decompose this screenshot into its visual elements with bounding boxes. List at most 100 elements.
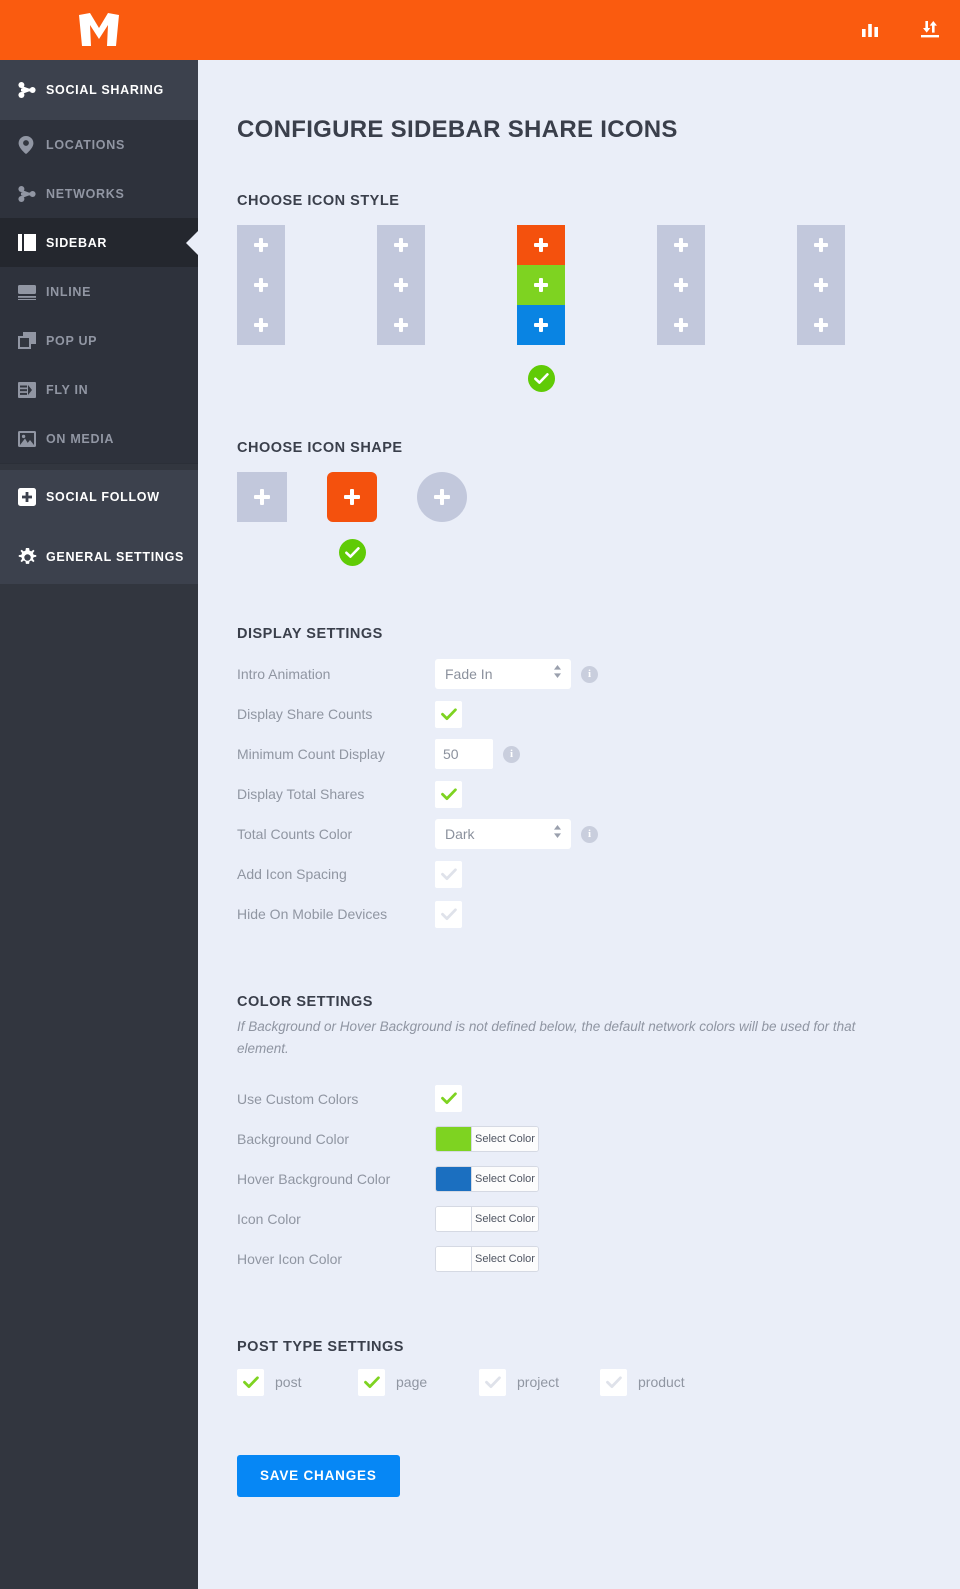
icon-style-option-2[interactable] <box>377 225 425 392</box>
analytics-icon[interactable] <box>854 14 886 46</box>
post-type-page[interactable]: page <box>358 1368 479 1396</box>
sidebar-header-label: SOCIAL SHARING <box>46 83 164 97</box>
post-type-label: page <box>396 1374 428 1391</box>
post-type-project[interactable]: project <box>479 1368 600 1396</box>
setting-label: Use Custom Colors <box>237 1090 359 1107</box>
setting-row-display-share-counts: Display Share Counts <box>237 694 960 734</box>
info-icon[interactable]: i <box>581 825 598 843</box>
select-color-button[interactable]: Select Color <box>471 1166 538 1191</box>
style-cell <box>657 225 705 265</box>
color-swatch <box>436 1126 471 1151</box>
sidebar-item-networks[interactable]: NETWORKS <box>0 169 198 218</box>
setting-label: Minimum Count Display <box>237 746 385 762</box>
sidebar-item-label: LOCATIONS <box>46 137 125 152</box>
icon-style-preview <box>517 225 565 345</box>
section-display-settings: DISPLAY SETTINGS Intro Animation Fade In <box>237 626 960 934</box>
icon-shape-option-square[interactable] <box>237 472 287 566</box>
plus-icon <box>254 278 268 292</box>
m-logo-icon <box>79 13 119 46</box>
icon-color-picker[interactable]: Select Color <box>435 1205 539 1232</box>
sidebar-item-popup[interactable]: POP UP <box>0 316 198 365</box>
setting-label: Background Color <box>237 1130 350 1147</box>
style-cell <box>237 305 285 345</box>
icon-style-option-3[interactable] <box>517 225 565 392</box>
sidebar-item-label: INLINE <box>46 284 92 299</box>
sidebar-item-label: GENERAL SETTINGS <box>46 550 185 564</box>
setting-row-hide-on-mobile: Hide On Mobile Devices <box>237 894 960 934</box>
sidebar-item-on-media[interactable]: ON MEDIA <box>0 414 198 463</box>
post-type-checkbox[interactable] <box>237 1368 264 1396</box>
style-cell <box>797 305 845 345</box>
brand-logo[interactable] <box>0 0 198 60</box>
icon-style-option-1[interactable] <box>237 225 285 392</box>
plus-icon <box>394 318 408 332</box>
setting-row-total-counts-color: Total Counts Color Dark i <box>237 814 960 854</box>
icon-shape-option-circle[interactable] <box>417 472 467 566</box>
setting-label: Icon Color <box>237 1210 301 1227</box>
background-color-picker[interactable]: Select Color <box>435 1125 539 1152</box>
sidebar-item-social-follow[interactable]: SOCIAL FOLLOW <box>0 470 198 524</box>
icon-shape-title: CHOOSE ICON SHAPE <box>237 440 403 456</box>
setting-row-display-total-shares: Display Total Shares <box>237 774 960 814</box>
selected-check-icon <box>527 365 555 392</box>
sidebar-header-social-sharing[interactable]: SOCIAL SHARING <box>0 60 198 120</box>
sidebar-items: LOCATIONS NETWORKS SIDEBAR INLINE POP UP… <box>0 120 199 463</box>
plus-icon <box>434 489 450 505</box>
post-type-checkbox[interactable] <box>479 1368 506 1396</box>
shape-preview <box>237 472 287 522</box>
sidebar-item-sidebar[interactable]: SIDEBAR <box>0 218 199 267</box>
post-type-checkbox[interactable] <box>358 1368 385 1396</box>
post-type-checkbox[interactable] <box>600 1368 627 1396</box>
icon-shape-option-rounded[interactable] <box>327 472 377 566</box>
setting-row-hover-background-color: Hover Background Color Select Color <box>237 1159 960 1199</box>
setting-row-minimum-count-display: Minimum Count Display i <box>237 734 960 774</box>
style-cell <box>377 305 425 345</box>
section-post-type-settings: POST TYPE SETTINGS post page project pro… <box>237 1339 960 1396</box>
import-export-icon[interactable] <box>914 14 946 46</box>
app-root: SOCIAL SHARING LOCATIONS NETWORKS SIDEBA… <box>0 0 960 1589</box>
setting-label: Hover Icon Color <box>237 1250 343 1267</box>
minimum-count-input[interactable] <box>435 739 493 769</box>
use-custom-colors-checkbox[interactable] <box>435 1085 462 1113</box>
sidebar-item-general-settings[interactable]: GENERAL SETTINGS <box>0 530 198 584</box>
hover-icon-color-picker[interactable]: Select Color <box>435 1245 539 1272</box>
plus-icon <box>814 238 828 252</box>
post-type-post[interactable]: post <box>237 1368 358 1396</box>
intro-animation-select[interactable]: Fade In <box>435 659 571 689</box>
save-changes-button[interactable]: SAVE CHANGES <box>237 1454 400 1497</box>
hover-background-color-picker[interactable]: Select Color <box>435 1165 539 1192</box>
setting-label: Display Share Counts <box>237 706 373 722</box>
popup-icon <box>18 332 46 349</box>
sidebar-item-locations[interactable]: LOCATIONS <box>0 120 198 169</box>
setting-row-intro-animation: Intro Animation Fade In i <box>237 654 960 694</box>
icon-style-preview <box>657 225 705 345</box>
info-icon[interactable]: i <box>581 665 598 683</box>
select-color-button[interactable]: Select Color <box>471 1126 538 1151</box>
share-nodes-icon <box>18 82 46 98</box>
icon-style-preview <box>797 225 845 345</box>
icon-style-option-4[interactable] <box>657 225 705 392</box>
selected-check-icon <box>338 539 366 566</box>
post-type-product[interactable]: product <box>600 1368 721 1396</box>
select-color-button[interactable]: Select Color <box>471 1206 538 1231</box>
color-settings-title: COLOR SETTINGS <box>237 994 373 1010</box>
hide-on-mobile-checkbox[interactable] <box>435 900 462 928</box>
sidebar-nav: SOCIAL SHARING LOCATIONS NETWORKS SIDEBA… <box>0 60 199 1589</box>
total-counts-color-select[interactable]: Dark <box>435 819 571 849</box>
icon-style-preview <box>377 225 425 345</box>
setting-row-add-icon-spacing: Add Icon Spacing <box>237 854 960 894</box>
display-share-counts-checkbox[interactable] <box>435 700 462 728</box>
sidebar-item-inline[interactable]: INLINE <box>0 267 198 316</box>
sidebar-item-flyin[interactable]: FLY IN <box>0 365 198 414</box>
section-icon-style: CHOOSE ICON STYLE <box>237 193 960 392</box>
post-type-settings-title: POST TYPE SETTINGS <box>237 1338 404 1355</box>
add-icon-spacing-checkbox[interactable] <box>435 860 462 888</box>
icon-style-option-5[interactable] <box>797 225 845 392</box>
setting-label: Display Total Shares <box>237 786 365 802</box>
icon-style-options <box>237 225 960 392</box>
display-total-shares-checkbox[interactable] <box>435 780 462 808</box>
info-icon[interactable]: i <box>503 745 520 763</box>
style-cell <box>797 225 845 265</box>
select-color-button[interactable]: Select Color <box>471 1246 538 1271</box>
setting-label: Add Icon Spacing <box>237 866 347 882</box>
